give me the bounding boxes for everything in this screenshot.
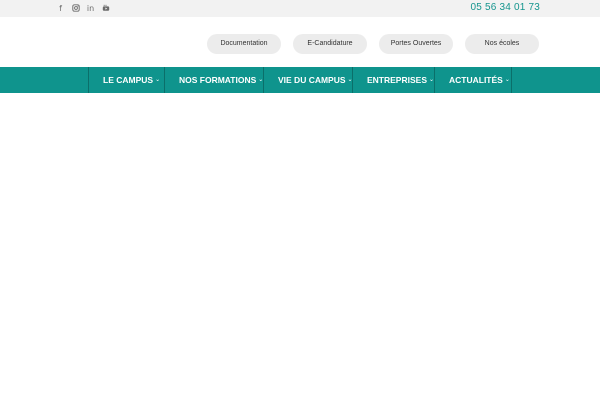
instagram-icon[interactable] [68,3,83,14]
nav-item-entreprises[interactable]: ENTREPRISES ⌄ [352,67,434,93]
nav-item-le-campus[interactable]: LE CAMPUS ⌄ [88,67,164,93]
chevron-down-icon: ⌄ [504,76,510,83]
social-links: f in [53,3,113,14]
nav-item-label: NOS FORMATIONS [179,75,257,85]
nav-item-label: ENTREPRISES [367,75,427,85]
header-quick-links: Documentation E-Candidature Portes Ouver… [0,34,600,54]
nav-item-label: ACTUALITÉS [449,75,503,85]
linkedin-icon[interactable]: in [83,3,98,14]
phone-number-link[interactable]: 05 56 34 01 73 [470,1,540,14]
e-candidature-button[interactable]: E-Candidature [293,34,367,54]
portes-ouvertes-button[interactable]: Portes Ouvertes [379,34,453,54]
chevron-down-icon: ⌄ [155,76,161,83]
nav-item-nos-formations[interactable]: NOS FORMATIONS ⌄ [164,67,263,93]
nav-item-vie-du-campus[interactable]: VIE DU CAMPUS ⌄ [263,67,353,93]
top-bar: f in 05 56 34 01 73 [0,0,600,17]
nav-items: LE CAMPUS ⌄ NOS FORMATIONS ⌄ VIE DU CAMP… [88,67,512,93]
main-content [0,93,600,400]
nos-ecoles-button[interactable]: Nos écoles [465,34,539,54]
nav-item-label: VIE DU CAMPUS [278,75,346,85]
youtube-icon[interactable] [98,3,113,14]
nav-item-actualites[interactable]: ACTUALITÉS ⌄ [434,67,512,93]
main-navigation: LE CAMPUS ⌄ NOS FORMATIONS ⌄ VIE DU CAMP… [0,67,600,93]
documentation-button[interactable]: Documentation [207,34,281,54]
facebook-icon[interactable]: f [53,3,68,14]
nav-item-label: LE CAMPUS [103,75,154,85]
